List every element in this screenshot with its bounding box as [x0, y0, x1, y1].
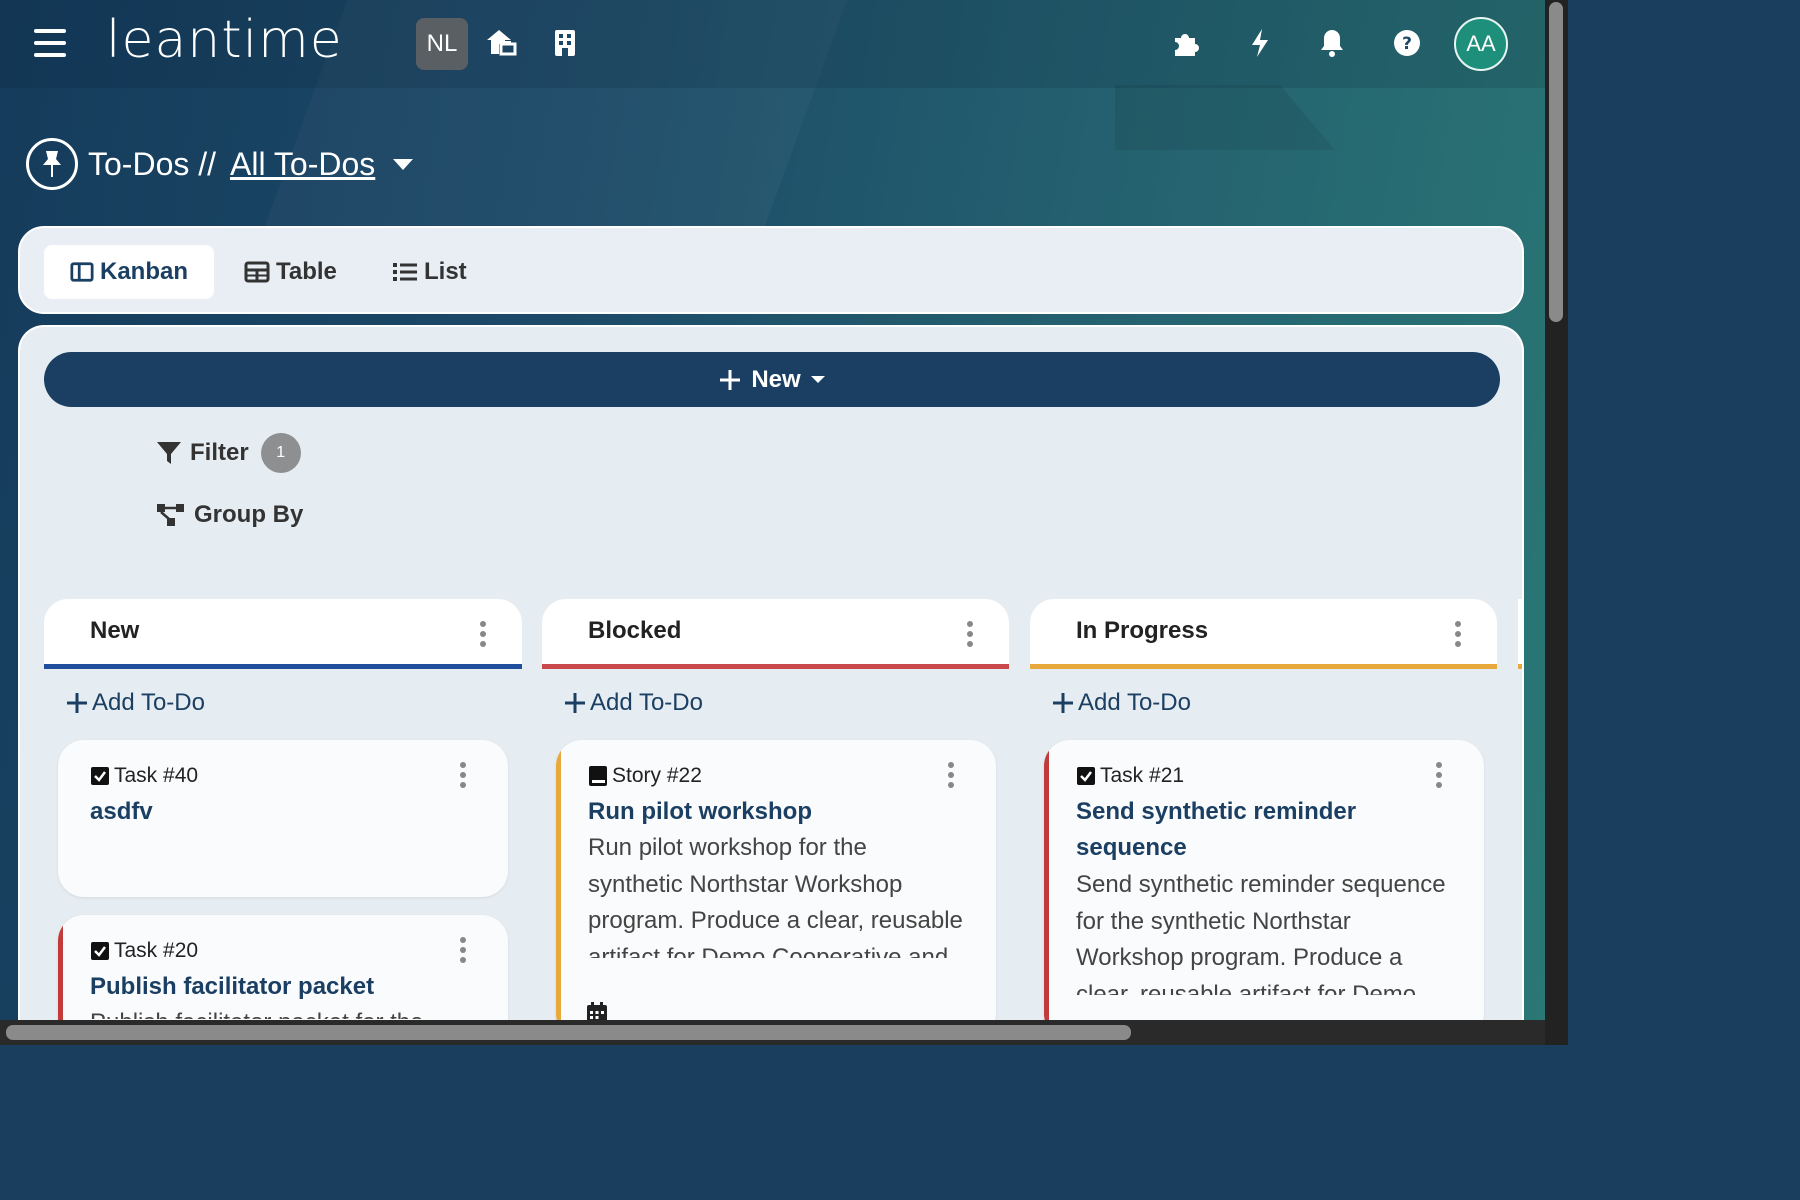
- checkbox-icon: [1077, 767, 1095, 785]
- checkbox-icon: [91, 767, 109, 785]
- column-color-bar: [1030, 664, 1497, 669]
- book-icon: [589, 766, 607, 786]
- add-todo-label: Add To-Do: [92, 689, 205, 716]
- kanban-card[interactable]: Task #40 asdfv: [58, 740, 508, 897]
- group-by-button[interactable]: Group By: [156, 501, 303, 529]
- card-title[interactable]: Run pilot workshop: [588, 794, 968, 830]
- group-by-label: Group By: [194, 501, 304, 528]
- add-todo-label: Add To-Do: [1078, 689, 1191, 716]
- tab-label: Kanban: [99, 258, 188, 285]
- column-title: Blocked: [588, 617, 682, 644]
- more-options-icon[interactable]: [480, 621, 486, 651]
- card-priority-accent: [556, 740, 561, 1040]
- card-title[interactable]: Publish facilitator packet: [90, 969, 480, 1005]
- card-menu-icon[interactable]: [460, 762, 466, 792]
- kanban-card[interactable]: Story #22 Run pilot workshop Run pilot w…: [556, 740, 996, 1040]
- card-description: Publish facilitator packet for the: [90, 1005, 480, 1019]
- kanban-column-blocked: Blocked: [542, 599, 1009, 669]
- kanban-board-panel: New Filter 1 Group By New Add To-Do Task…: [18, 325, 1524, 1045]
- workspace-badge[interactable]: NL: [416, 18, 468, 70]
- company-icon[interactable]: [548, 26, 582, 60]
- new-button-label: New: [751, 365, 801, 393]
- puzzle-icon[interactable]: [1169, 26, 1203, 60]
- card-description: Run pilot workshop for the synthetic Nor…: [588, 834, 963, 958]
- kanban-icon: [70, 262, 94, 282]
- bell-icon[interactable]: [1315, 26, 1349, 60]
- column-header: New: [44, 599, 522, 669]
- filter-count-badge: 1: [260, 433, 301, 473]
- add-todo-button[interactable]: Add To-Do: [66, 689, 205, 717]
- user-avatar[interactable]: AA: [1454, 17, 1508, 71]
- card-type: Task #21: [1076, 764, 1184, 788]
- card-title[interactable]: Send synthetic reminder sequence: [1076, 794, 1456, 866]
- card-menu-icon[interactable]: [948, 762, 954, 792]
- card-description: Send synthetic reminder sequence for the…: [1076, 871, 1446, 995]
- horizontal-scrollbar[interactable]: [0, 1020, 1545, 1045]
- more-options-icon[interactable]: [1455, 621, 1461, 651]
- kanban-card[interactable]: Task #21 Send synthetic reminder sequenc…: [1044, 740, 1484, 1040]
- tab-kanban[interactable]: Kanban: [44, 245, 214, 299]
- next-column-edge: [1518, 599, 1522, 669]
- view-tabs: Kanban Table List: [18, 226, 1524, 314]
- svg-text:?: ?: [1402, 34, 1412, 54]
- tab-list[interactable]: List: [366, 245, 493, 299]
- tab-label: List: [424, 258, 467, 285]
- column-title: In Progress: [1076, 617, 1209, 644]
- list-icon: [393, 263, 417, 281]
- view-selector-link[interactable]: All To-Dos: [230, 146, 375, 183]
- new-item-button[interactable]: New: [44, 352, 1500, 407]
- card-priority-accent: [1044, 740, 1049, 1040]
- checkbox-icon: [91, 942, 109, 960]
- card-type: Task #20: [90, 939, 198, 963]
- add-todo-button[interactable]: Add To-Do: [1052, 689, 1191, 717]
- bolt-icon[interactable]: [1243, 26, 1277, 60]
- plus-icon: [565, 693, 585, 713]
- filter-icon: [157, 442, 181, 464]
- pin-icon: [26, 138, 78, 190]
- kanban-column-new: New: [44, 599, 522, 669]
- plus-icon: [720, 369, 741, 390]
- filter-button[interactable]: Filter 1: [156, 433, 301, 473]
- menu-icon[interactable]: [34, 29, 66, 57]
- plus-icon: [1053, 693, 1073, 713]
- card-title[interactable]: asdfv: [90, 794, 470, 830]
- table-icon: [244, 261, 270, 283]
- tab-table[interactable]: Table: [218, 245, 363, 299]
- column-header: In Progress: [1030, 599, 1497, 669]
- column-title: New: [90, 617, 140, 644]
- plus-icon: [67, 693, 87, 713]
- home-projects-icon[interactable]: [484, 26, 518, 60]
- chevron-down-icon[interactable]: [393, 158, 414, 170]
- column-header: Blocked: [542, 599, 1009, 669]
- help-icon[interactable]: ?: [1390, 26, 1424, 60]
- card-menu-icon[interactable]: [460, 937, 466, 967]
- vertical-scrollbar[interactable]: [1545, 0, 1568, 1045]
- diagram-icon: [157, 504, 184, 526]
- tab-label: Table: [276, 258, 337, 285]
- kanban-column-in-progress: In Progress: [1030, 599, 1497, 669]
- chevron-down-icon: [810, 376, 825, 383]
- column-color-bar: [44, 664, 522, 669]
- card-type: Task #40: [90, 764, 198, 788]
- filter-label: Filter: [190, 439, 249, 466]
- add-todo-button[interactable]: Add To-Do: [564, 689, 703, 717]
- page-header: To-Dos // All To-Dos: [26, 138, 414, 190]
- column-color-bar: [542, 664, 1009, 669]
- page-title: To-Dos //: [88, 145, 217, 182]
- more-options-icon[interactable]: [967, 621, 973, 651]
- card-type: Story #22: [588, 764, 702, 788]
- add-todo-label: Add To-Do: [590, 689, 703, 716]
- card-menu-icon[interactable]: [1436, 762, 1442, 792]
- app-logo[interactable]: leantime: [106, 10, 343, 70]
